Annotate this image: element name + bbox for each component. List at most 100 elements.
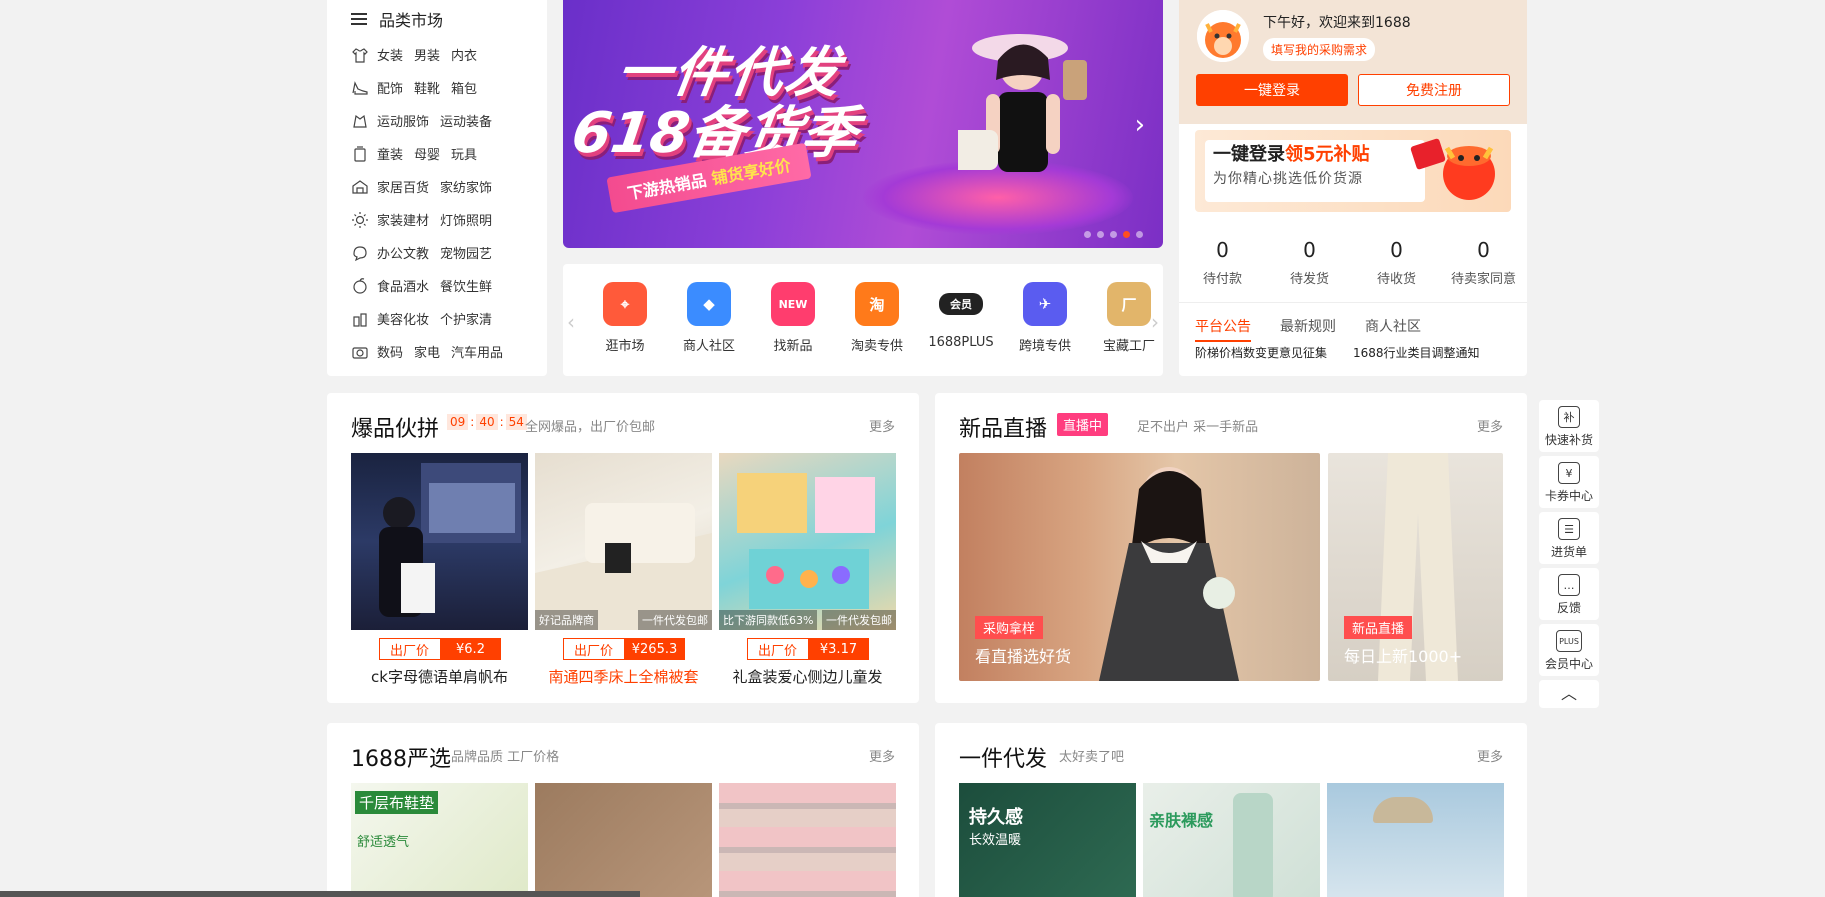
product-card[interactable]: 好记品牌商 一件代发包邮 出厂价 ¥265.3 南通四季床上全棉被套: [535, 453, 712, 687]
product-card[interactable]: 出厂价 ¥6.2 ck字母德语单肩帆布: [351, 453, 528, 687]
category-header[interactable]: 品类市场: [327, 0, 547, 38]
shortcut-item[interactable]: NEW 找新品: [751, 282, 835, 354]
banner-dot[interactable]: [1110, 231, 1117, 238]
banner-dot-active[interactable]: [1123, 231, 1130, 238]
category-link[interactable]: 内衣: [451, 45, 477, 64]
banner-dot[interactable]: [1084, 231, 1091, 238]
product-image-subline: 长效温暖: [969, 833, 1022, 848]
mascot-image: [1410, 138, 1495, 200]
toolbar-item[interactable]: … 反馈: [1539, 568, 1599, 620]
register-button[interactable]: 免费注册: [1358, 74, 1510, 106]
product-image: 好记品牌商 一件代发包邮: [535, 453, 712, 630]
order-stat[interactable]: 0 待发货: [1266, 238, 1353, 287]
back-to-top-button[interactable]: ︿: [1539, 680, 1599, 708]
category-link[interactable]: 家装建材: [377, 210, 429, 229]
new-gift-icon: NEW: [771, 282, 815, 326]
more-link[interactable]: 更多: [869, 416, 895, 435]
login-subsidy-banner[interactable]: 一键登录领5元补贴 为你精心挑选低价货源: [1195, 130, 1511, 212]
category-link[interactable]: 食品酒水: [377, 276, 429, 295]
order-stat[interactable]: 0 待收货: [1353, 238, 1440, 287]
shortcut-item[interactable]: 淘淘卖专供: [835, 282, 919, 354]
category-link[interactable]: 男装: [414, 45, 440, 64]
shortcut-item[interactable]: ◆ 商人社区: [667, 282, 751, 354]
live-badge: 直播中: [1057, 413, 1109, 436]
product-tag: 比下游同款低63%: [719, 610, 818, 630]
toolbar-label: 进货单: [1550, 545, 1587, 559]
banner-dot[interactable]: [1136, 231, 1143, 238]
category-link[interactable]: 汽车用品: [451, 342, 503, 361]
shortcut-prev-arrow[interactable]: ‹: [567, 310, 575, 334]
product-image[interactable]: [719, 783, 896, 897]
category-link[interactable]: 童装: [377, 144, 403, 163]
product-image-headline: 亲肤裸感: [1149, 811, 1214, 830]
product-image[interactable]: 亲肤裸感: [1143, 783, 1320, 897]
shortcut-label: 逛市场: [605, 339, 645, 354]
toolbar-item[interactable]: ☰ 进货单: [1539, 512, 1599, 564]
sport-icon: [351, 112, 369, 130]
order-stat[interactable]: 0 待付款: [1179, 238, 1266, 287]
product-card[interactable]: 比下游同款低63% 一件代发包邮 出厂价 ¥3.17 礼盒装爱心侧边儿童发: [719, 453, 896, 687]
banner-dot[interactable]: [1097, 231, 1104, 238]
product-image[interactable]: [1327, 783, 1504, 897]
purchase-request-link[interactable]: 填写我的采购需求: [1263, 38, 1376, 61]
more-link[interactable]: 更多: [1477, 416, 1503, 435]
category-link[interactable]: 灯饰照明: [440, 210, 492, 229]
category-link[interactable]: 母婴: [414, 144, 440, 163]
banner-next-arrow[interactable]: ›: [1135, 110, 1145, 140]
category-link[interactable]: 家电: [414, 342, 440, 361]
horizontal-scrollbar[interactable]: [0, 891, 640, 897]
banner-title-line2: 618备货季: [567, 101, 862, 166]
announcement-tab[interactable]: 商人社区: [1365, 316, 1421, 342]
category-link[interactable]: 美容化妆: [377, 309, 429, 328]
promo-banner[interactable]: 一件代发 618备货季 下游热销品 铺货享好价 ›: [563, 0, 1163, 248]
shortcut-item[interactable]: ✈ 跨境专供: [1003, 282, 1087, 354]
map-pin-icon: ⌖: [603, 282, 647, 326]
category-link[interactable]: 办公文教: [377, 243, 429, 262]
order-stat[interactable]: 0 待卖家同意: [1440, 238, 1527, 287]
announcement-tab[interactable]: 最新规则: [1280, 316, 1336, 342]
greeting-text: 下午好，欢迎来到1688: [1263, 15, 1411, 31]
announcement-link[interactable]: 1688行业类目调整通知: [1353, 344, 1480, 361]
toolbar-label: 卡券中心: [1544, 489, 1593, 503]
login-button[interactable]: 一键登录: [1196, 74, 1348, 106]
category-link[interactable]: 箱包: [451, 78, 477, 97]
category-link[interactable]: 运动装备: [440, 111, 492, 130]
category-link[interactable]: 玩具: [451, 144, 477, 163]
product-image-headline: 千层布鞋垫: [355, 791, 439, 814]
category-link[interactable]: 餐饮生鲜: [440, 276, 492, 295]
more-link[interactable]: 更多: [869, 746, 895, 765]
product-image[interactable]: [535, 783, 712, 897]
category-link[interactable]: 女装: [377, 45, 403, 64]
category-link[interactable]: 数码: [377, 342, 403, 361]
order-stat-label: 待付款: [1202, 272, 1242, 287]
category-link[interactable]: 鞋靴: [414, 78, 440, 97]
live-stream-card[interactable]: 采购拿样 看直播选好货: [959, 453, 1320, 681]
live-stream-card[interactable]: 新品直播 每日上新1000+: [1328, 453, 1503, 681]
taobao-icon: 淘: [855, 282, 899, 326]
shortcut-item[interactable]: ⌖ 逛市场: [583, 282, 667, 354]
shortcut-next-arrow[interactable]: ›: [1151, 310, 1159, 334]
category-link[interactable]: 运动服饰: [377, 111, 429, 130]
toolbar-label: 反馈: [1556, 601, 1581, 615]
product-image[interactable]: 千层布鞋垫 舒适透气: [351, 783, 528, 897]
category-link[interactable]: 配饰: [377, 78, 403, 97]
shortcut-label: 找新品: [773, 339, 813, 354]
shortcut-label: 跨境专供: [1018, 339, 1071, 354]
category-link[interactable]: 家居百货: [377, 177, 429, 196]
product-image[interactable]: 持久感 长效温暖: [959, 783, 1136, 897]
announcement-tab[interactable]: 平台公告: [1195, 316, 1251, 342]
toolbar-label: 会员中心: [1544, 657, 1593, 671]
heel-icon: [351, 79, 369, 97]
category-row: 配饰 鞋靴 箱包: [327, 71, 547, 104]
category-link[interactable]: 宠物园艺: [440, 243, 492, 262]
category-link[interactable]: 个护家清: [440, 309, 492, 328]
shortcut-item[interactable]: 会员 1688PLUS: [919, 282, 1003, 354]
toolbar-item[interactable]: 补快速补货: [1539, 400, 1599, 452]
announcement-link[interactable]: 阶梯价档数变更意见征集: [1195, 344, 1327, 361]
toolbar-item[interactable]: ¥ 卡券中心: [1539, 456, 1599, 508]
toolbar-item[interactable]: PLUS 会员中心: [1539, 624, 1599, 676]
avatar: [1197, 10, 1249, 62]
banner-model-image: [958, 34, 1087, 172]
more-link[interactable]: 更多: [1477, 746, 1503, 765]
category-link[interactable]: 家纺家饰: [440, 177, 492, 196]
